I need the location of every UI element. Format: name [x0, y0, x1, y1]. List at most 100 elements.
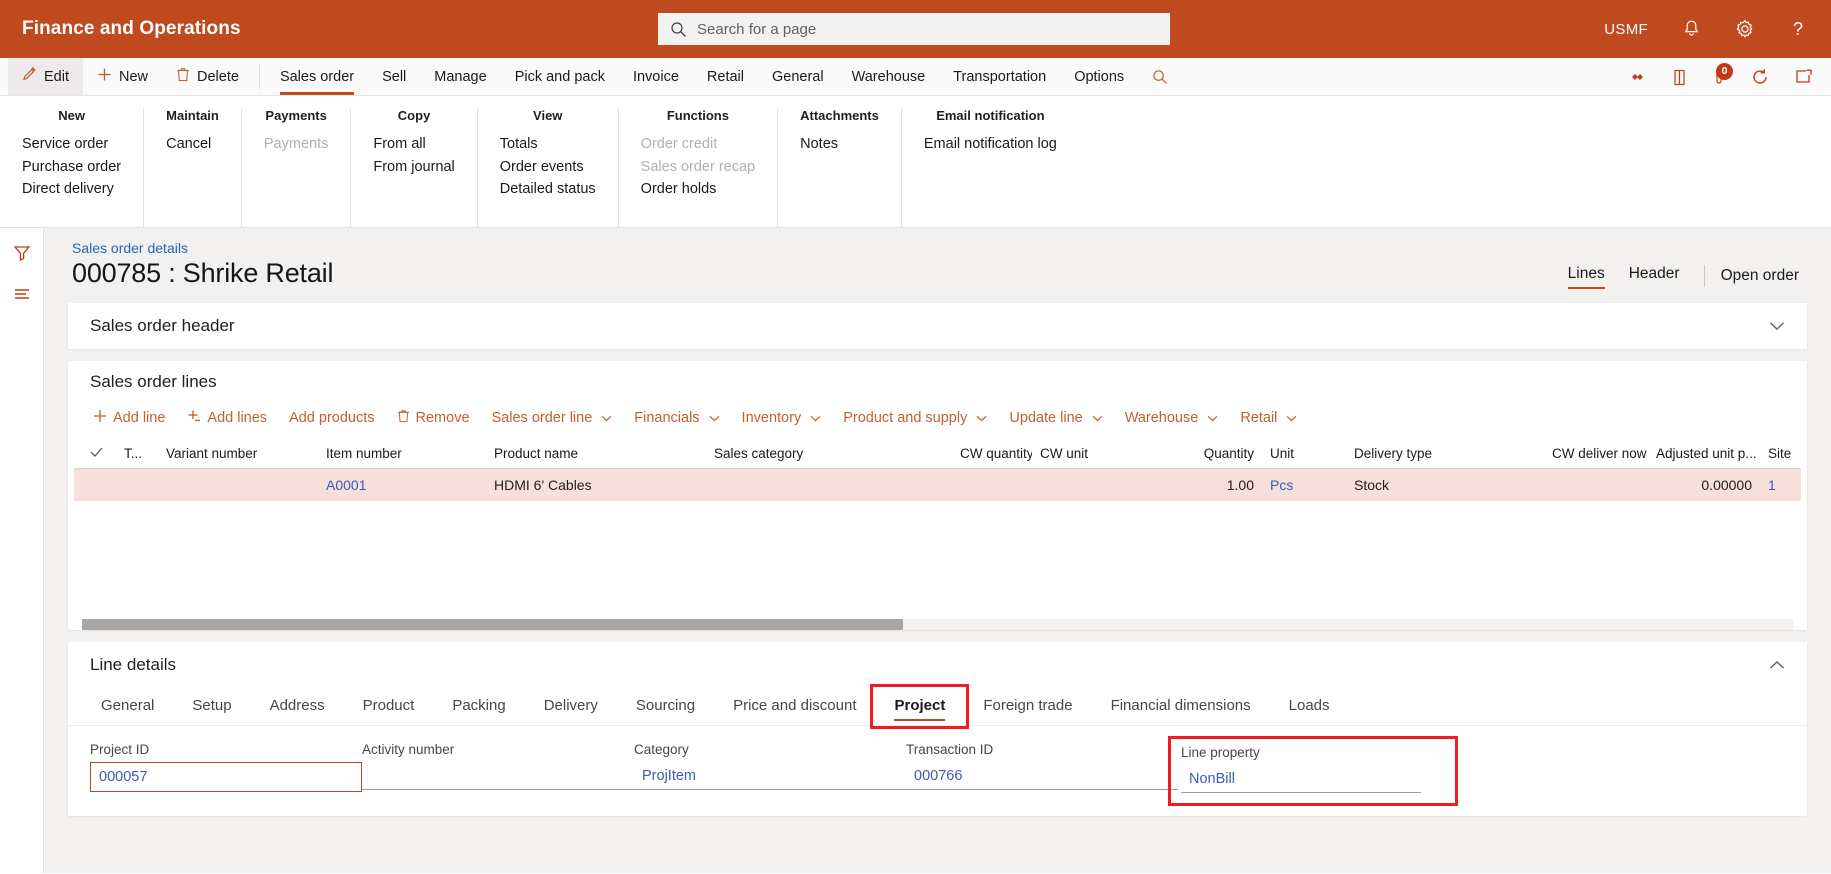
- warehouse-menu[interactable]: Warehouse: [1114, 406, 1230, 430]
- tab-header[interactable]: Header: [1617, 265, 1692, 287]
- cell-site[interactable]: 1: [1760, 477, 1804, 493]
- tab-lines[interactable]: Lines: [1556, 265, 1617, 289]
- ribbon-item-detailed-status[interactable]: Detailed status: [500, 178, 596, 201]
- tab-price-and-discount[interactable]: Price and discount: [714, 688, 875, 725]
- notifications-counter[interactable]: 0: [1713, 62, 1733, 86]
- notification-bell-icon[interactable]: [1682, 19, 1701, 39]
- column-header-variant-number[interactable]: Variant number: [158, 446, 318, 461]
- cell-delivery-type[interactable]: Stock: [1346, 477, 1544, 493]
- tab-loads[interactable]: Loads: [1270, 688, 1349, 725]
- open-in-new-window-icon[interactable]: [1795, 69, 1813, 85]
- column-header-cw-deliver-now[interactable]: CW deliver now: [1544, 446, 1648, 461]
- ribbon-item-from-all[interactable]: From all: [373, 133, 454, 156]
- tab-project[interactable]: Project: [875, 688, 964, 725]
- cell-unit[interactable]: Pcs: [1262, 477, 1346, 493]
- scrollbar-thumb[interactable]: [82, 619, 904, 630]
- card-header[interactable]: Line details: [68, 642, 1807, 688]
- menu-tab-retail[interactable]: Retail: [693, 58, 758, 95]
- inventory-menu[interactable]: Inventory: [731, 406, 833, 430]
- add-lines-button[interactable]: Add lines: [176, 405, 278, 431]
- ribbon-item-service-order[interactable]: Service order: [22, 133, 121, 156]
- ribbon-item-email-notification-log[interactable]: Email notification log: [924, 133, 1057, 156]
- column-header-cw-quantity[interactable]: CW quantity: [952, 446, 1032, 461]
- ribbon-item-notes[interactable]: Notes: [800, 133, 879, 156]
- menu-tab-sell[interactable]: Sell: [368, 58, 420, 95]
- refresh-icon[interactable]: [1751, 68, 1769, 86]
- tab-product[interactable]: Product: [344, 688, 434, 725]
- line-property-input[interactable]: NonBill: [1181, 765, 1421, 793]
- menu-tab-sales-order[interactable]: Sales order: [266, 58, 368, 95]
- menu-tab-invoice[interactable]: Invoice: [619, 58, 693, 95]
- attachments-icon[interactable]: [1672, 69, 1687, 86]
- column-header-cw-unit[interactable]: CW unit: [1032, 446, 1182, 461]
- cell-item-number[interactable]: A0001: [318, 477, 486, 493]
- menu-tab-options[interactable]: Options: [1060, 58, 1138, 95]
- delete-button[interactable]: Delete: [162, 58, 253, 95]
- remove-button[interactable]: Remove: [386, 405, 481, 431]
- search-input[interactable]: [697, 20, 1158, 38]
- help-question-icon[interactable]: ?: [1789, 19, 1807, 39]
- column-header-sales-category[interactable]: Sales category: [706, 446, 952, 461]
- category-input[interactable]: ProjItem: [634, 762, 906, 790]
- unit-link[interactable]: Pcs: [1270, 477, 1293, 493]
- tab-address[interactable]: Address: [251, 688, 344, 725]
- personalize-icon[interactable]: [1628, 71, 1646, 83]
- project-id-input[interactable]: 000057: [90, 762, 362, 792]
- item-number-link[interactable]: A0001: [326, 477, 366, 493]
- tab-sourcing[interactable]: Sourcing: [617, 688, 714, 725]
- column-header-unit[interactable]: Unit: [1262, 446, 1346, 461]
- chevron-up-icon[interactable]: [1769, 660, 1785, 670]
- activity-number-input[interactable]: [362, 762, 634, 790]
- card-header[interactable]: Sales order header: [68, 303, 1807, 349]
- edit-button[interactable]: Edit: [8, 58, 83, 95]
- settings-gear-icon[interactable]: [1735, 19, 1755, 39]
- breadcrumb[interactable]: Sales order details: [72, 240, 188, 256]
- grid-horizontal-scrollbar[interactable]: [82, 619, 1793, 630]
- select-all-checkbox[interactable]: [82, 446, 116, 461]
- chevron-down-icon[interactable]: [1769, 321, 1785, 331]
- retail-menu[interactable]: Retail: [1229, 406, 1308, 430]
- menu-tab-manage[interactable]: Manage: [420, 58, 500, 95]
- site-link[interactable]: 1: [1768, 477, 1776, 493]
- new-button[interactable]: New: [83, 58, 162, 95]
- tab-financial-dimensions[interactable]: Financial dimensions: [1092, 688, 1270, 725]
- ribbon-item-cancel[interactable]: Cancel: [166, 133, 219, 156]
- column-header-site[interactable]: Site: [1760, 446, 1804, 461]
- ribbon-item-order-holds[interactable]: Order holds: [641, 178, 755, 201]
- menu-tab-transportation[interactable]: Transportation: [939, 58, 1060, 95]
- filter-icon[interactable]: [13, 244, 31, 262]
- column-header-product-name[interactable]: Product name: [486, 446, 706, 461]
- company-label[interactable]: USMF: [1604, 21, 1648, 38]
- tab-general[interactable]: General: [82, 688, 173, 725]
- transaction-id-input[interactable]: 000766: [906, 762, 1178, 790]
- tab-delivery[interactable]: Delivery: [525, 688, 617, 725]
- table-row[interactable]: A0001 HDMI 6' Cables 1.00 Pcs Stock 0.00…: [74, 469, 1801, 501]
- column-header-delivery-type[interactable]: Delivery type: [1346, 446, 1544, 461]
- menu-tab-warehouse[interactable]: Warehouse: [838, 58, 940, 95]
- add-products-button[interactable]: Add products: [278, 406, 385, 430]
- product-and-supply-menu[interactable]: Product and supply: [832, 406, 998, 430]
- menu-tab-general[interactable]: General: [758, 58, 838, 95]
- open-order-link[interactable]: Open order: [1717, 267, 1803, 285]
- sales-order-line-menu[interactable]: Sales order line: [481, 406, 624, 430]
- list-lines-icon[interactable]: [13, 286, 31, 300]
- column-header-quantity[interactable]: Quantity: [1182, 446, 1262, 461]
- tab-setup[interactable]: Setup: [173, 688, 250, 725]
- ribbon-item-direct-delivery[interactable]: Direct delivery: [22, 178, 121, 201]
- column-header-t[interactable]: T...: [116, 446, 158, 461]
- cell-quantity[interactable]: 1.00: [1182, 477, 1262, 493]
- ribbon-item-purchase-order[interactable]: Purchase order: [22, 156, 121, 179]
- ribbon-item-totals[interactable]: Totals: [500, 133, 596, 156]
- tab-foreign-trade[interactable]: Foreign trade: [964, 688, 1091, 725]
- menu-tab-pick-and-pack[interactable]: Pick and pack: [501, 58, 619, 95]
- column-header-adjusted-unit-price[interactable]: Adjusted unit p...: [1648, 446, 1760, 461]
- financials-menu[interactable]: Financials: [623, 406, 730, 430]
- column-header-item-number[interactable]: Item number: [318, 446, 486, 461]
- update-line-menu[interactable]: Update line: [998, 406, 1113, 430]
- add-line-button[interactable]: Add line: [82, 405, 176, 431]
- menubar-search-icon[interactable]: [1138, 58, 1182, 95]
- tab-packing[interactable]: Packing: [433, 688, 524, 725]
- ribbon-item-from-journal[interactable]: From journal: [373, 156, 454, 179]
- ribbon-item-order-events[interactable]: Order events: [500, 156, 596, 179]
- global-search-box[interactable]: [658, 13, 1170, 45]
